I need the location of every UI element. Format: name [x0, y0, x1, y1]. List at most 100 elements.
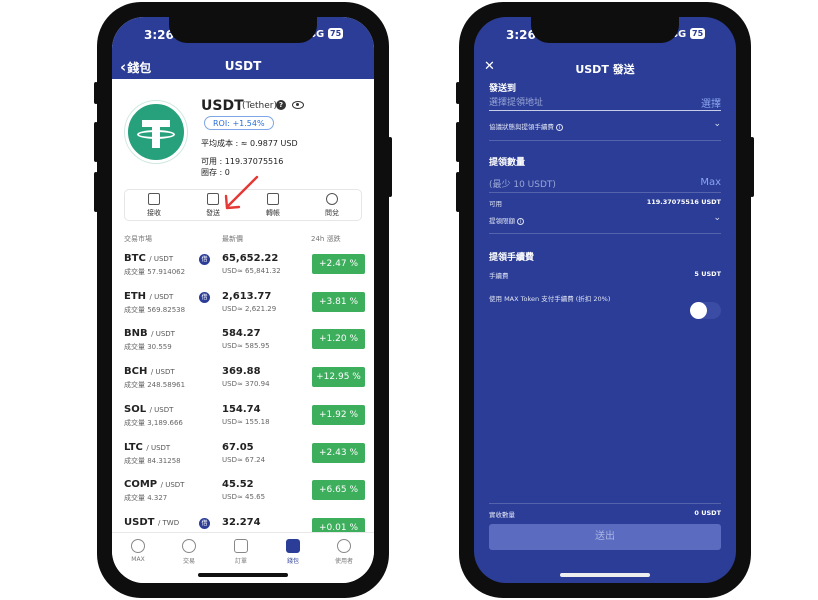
market-row[interactable]: SOL / USDT 成交量 3,189.666 154.74 USD≈ 155.18…: [112, 404, 374, 442]
pair-price: 65,652.22: [222, 253, 279, 264]
protocol-fee-row[interactable]: 協議狀態與提領手續費 i: [489, 121, 563, 131]
pair-price: 67.05: [222, 441, 254, 453]
tab-orders[interactable]: 訂單: [221, 539, 261, 565]
max-icon: [131, 539, 145, 553]
receive-label: 接收: [147, 209, 161, 217]
home-indicator: [198, 573, 288, 577]
limit-label: 提領限額: [489, 217, 515, 225]
pair-volume: 成交量 57.914062: [124, 268, 186, 276]
page-title: USDT: [224, 59, 262, 73]
pair-symbol: COMP / USDT: [124, 479, 185, 491]
address-underline: [489, 110, 721, 111]
battery-indicator: 75: [690, 28, 706, 39]
change-badge: +1.20 %: [312, 329, 365, 350]
mute-switch: [456, 82, 460, 104]
chevron-down-icon[interactable]: ⌄: [713, 213, 721, 223]
eye-icon[interactable]: [292, 101, 304, 109]
pair-symbol: USDT / TWD: [124, 516, 180, 528]
pair-symbol: LTC / USDT: [124, 441, 171, 453]
market-row[interactable]: ETH / USDT 成交量 569.82538 借 2,613.77 USD≈ 2,6…: [112, 291, 374, 329]
market-row[interactable]: BCH / USDT 成交量 248.58961 369.88 USD≈ 370.94…: [112, 366, 374, 404]
user-icon: [337, 539, 351, 553]
market-row[interactable]: COMP / USDT 成交量 4.327 45.52 USD≈ 45.65 +6.65…: [112, 479, 374, 517]
annotation-arrow-icon: [224, 175, 259, 210]
price-column-header: 最新價: [222, 235, 243, 243]
pair-symbol: BNB / USDT: [124, 328, 175, 340]
pair-volume: 成交量 30.559: [124, 343, 172, 352]
tab-label: 訂單: [234, 558, 247, 565]
received-value: 0 USDT: [694, 509, 721, 517]
pair-usd-price: USD≈ 67.24: [222, 455, 266, 464]
tab-label: 交易: [182, 558, 195, 565]
pair-volume: 成交量 248.58961: [124, 381, 186, 390]
wallet-screen: 3:26 4G 75 ‹錢包 USDT USDT (Tether) ? ROI:…: [112, 17, 374, 583]
max-link[interactable]: Max: [700, 177, 721, 188]
help-icon[interactable]: ?: [276, 100, 286, 110]
pair-price: 154.74: [222, 403, 261, 415]
volume-up-button: [94, 122, 98, 162]
pair-volume: 成交量 4.327: [124, 494, 168, 503]
info-icon: i: [517, 217, 524, 225]
received-label: 實收數量: [489, 511, 515, 519]
power-button: [388, 137, 392, 197]
exchange-label: 問兌: [325, 209, 339, 217]
market-row[interactable]: LTC / USDT 成交量 84.31258 67.05 USD≈ 67.24 +2.…: [112, 442, 374, 480]
available-balance: 可用 : 119.37075516: [201, 157, 284, 166]
protocol-fee-label: 協議狀態與提領手續費: [489, 123, 554, 131]
pair-price: 32.274: [222, 516, 261, 528]
market-row[interactable]: BTC / USDT 成交量 57.914062 借 65,652.22 USD≈ 65…: [112, 253, 374, 291]
submit-button[interactable]: 送出: [489, 524, 721, 550]
volume-down-button: [456, 172, 460, 212]
pair-price: 584.27: [222, 328, 261, 340]
change-badge: +2.43 %: [312, 442, 365, 463]
change-column-header: 24h 漲跌: [311, 235, 341, 243]
borrow-badge: 借: [199, 254, 210, 265]
pair-price: 45.52: [222, 479, 254, 491]
volume-up-button: [456, 122, 460, 162]
address-input[interactable]: 選擇提領地址: [489, 95, 543, 108]
pair-volume: 成交量 84.31258: [124, 456, 181, 465]
coin-full-name: (Tether): [242, 101, 277, 111]
tab-trade[interactable]: 交易: [169, 539, 209, 565]
pair-symbol: BTC / USDT: [124, 253, 174, 264]
receive-button[interactable]: 接收: [129, 193, 179, 218]
left-phone-frame: 3:26 4G 75 ‹錢包 USDT USDT (Tether) ? ROI:…: [94, 2, 392, 598]
exchange-button[interactable]: 問兌: [307, 193, 357, 218]
pair-symbol: BCH / USDT: [124, 366, 175, 378]
limit-row[interactable]: 提領限額 i: [489, 215, 524, 225]
pair-usd-price: USD≈ 370.94: [222, 380, 270, 389]
tab-max[interactable]: MAX: [118, 539, 158, 563]
market-column-header: 交易市場: [124, 235, 152, 243]
change-badge: +2.47 %: [312, 254, 365, 274]
chevron-down-icon[interactable]: ⌄: [713, 119, 721, 129]
divider: [489, 140, 721, 141]
change-badge: +6.65 %: [312, 480, 365, 501]
pair-usd-price: USD≈ 2,621.29: [222, 304, 277, 313]
market-row[interactable]: BNB / USDT 成交量 30.559 584.27 USD≈ 585.95 +1.…: [112, 328, 374, 366]
amount-input[interactable]: (最少 10 USDT): [489, 177, 556, 190]
notch: [169, 17, 317, 43]
change-badge: +12.95 %: [312, 367, 365, 388]
amount-label: 提領數量: [489, 158, 526, 168]
battery-indicator: 75: [328, 28, 344, 39]
borrow-badge: 借: [199, 291, 210, 303]
select-address-link[interactable]: 選擇: [701, 95, 721, 110]
tether-logo-icon: [125, 101, 187, 163]
pair-volume: 成交量 569.82538: [124, 305, 186, 314]
amount-underline: [489, 192, 721, 193]
info-icon: i: [556, 123, 563, 131]
pair-price: 2,613.77: [222, 290, 272, 302]
send-to-label: 發送到: [489, 84, 517, 94]
max-token-toggle[interactable]: [690, 302, 721, 319]
roi-badge: ROI: +1.54%: [204, 116, 274, 130]
tab-user[interactable]: 使用者: [324, 539, 364, 565]
pair-usd-price: USD≈ 45.65: [222, 493, 266, 502]
available-value: 119.37075516 USDT: [646, 198, 721, 206]
pair-price: 369.88: [222, 366, 261, 378]
tab-wallet[interactable]: 錢包: [273, 539, 313, 565]
coin-symbol: USDT: [201, 98, 244, 114]
wallet-icon: [286, 539, 300, 553]
fee-value: 5 USDT: [694, 270, 721, 278]
average-cost: 平均成本 : ≈ 0.9877 USD: [201, 139, 298, 148]
change-badge: +3.81 %: [312, 291, 365, 312]
